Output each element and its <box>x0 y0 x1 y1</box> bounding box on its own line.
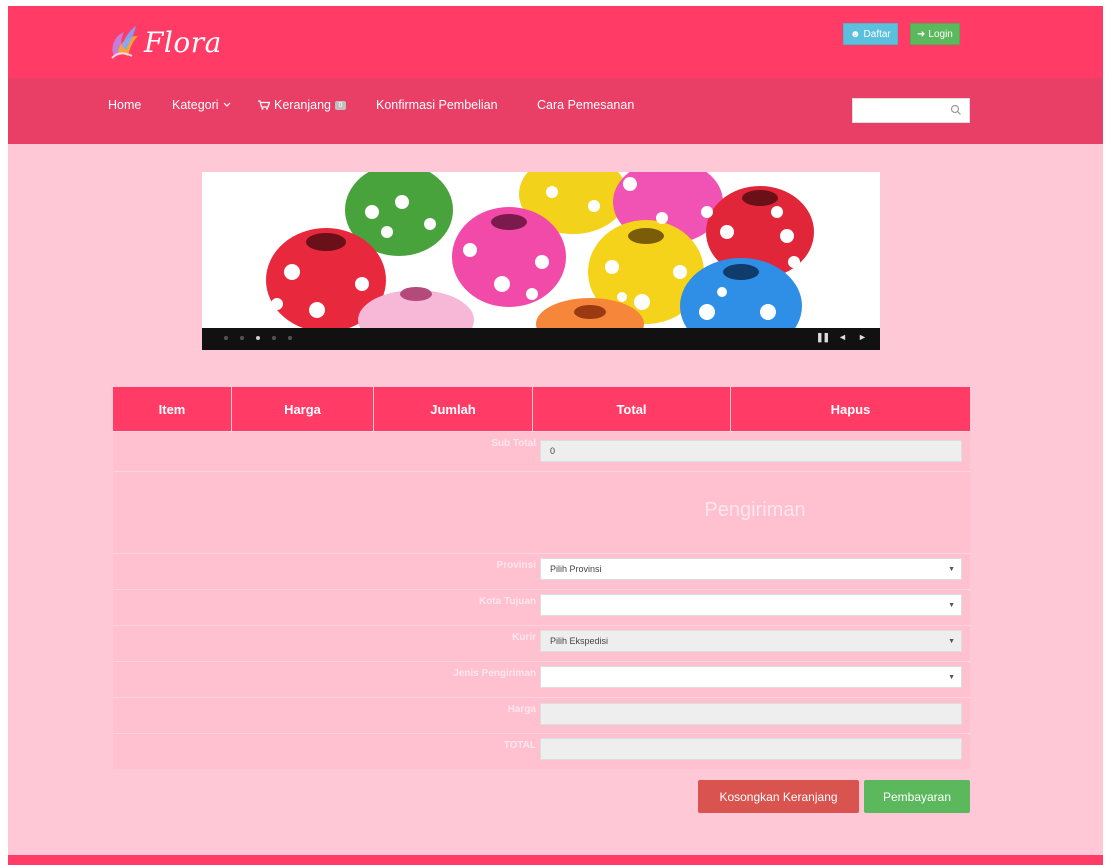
nav-keranjang[interactable]: Keranjang 0 <box>258 98 346 112</box>
kota-label: Kota Tujuan <box>478 596 536 607</box>
slider-controls: ❚❚ ◄ ► <box>202 328 880 350</box>
slider-dot[interactable] <box>240 336 244 340</box>
top-header: Flora ☻ Daftar ➜ Login <box>8 6 1103 78</box>
search-input[interactable] <box>853 99 948 122</box>
colorful-beads-image <box>202 172 880 350</box>
nav-home-label: Home <box>108 98 142 112</box>
cart-count-badge: 0 <box>335 100 346 110</box>
dropdown-caret-icon: ▼ <box>948 638 955 645</box>
provinsi-select[interactable]: Pilih Provinsi ▼ <box>540 558 962 580</box>
brand-name: Flora <box>144 25 222 59</box>
shipping-section-row: Pengiriman <box>113 471 970 553</box>
slider-dot-active[interactable] <box>256 336 260 340</box>
pause-icon[interactable]: ❚❚ <box>816 332 830 343</box>
provinsi-row: Provinsi Pilih Provinsi ▼ <box>113 553 970 589</box>
table-body: Sub Total 0 Pengiriman Provinsi Pilih Pr… <box>113 431 970 769</box>
kurir-select[interactable]: Pilih Ekspedisi ▼ <box>540 630 962 652</box>
harga-row: Harga <box>113 697 970 733</box>
subtotal-field: 0 <box>540 440 962 462</box>
column-hapus: Hapus <box>830 401 871 417</box>
cart-icon <box>258 100 270 110</box>
cart-table: Item Harga Jumlah Total Hapus Sub Total … <box>113 387 970 769</box>
chevron-down-icon <box>223 102 230 107</box>
page-frame: Flora ☻ Daftar ➜ Login Home Kategori Ker… <box>8 6 1103 865</box>
login-label: Login <box>928 28 953 40</box>
dropdown-caret-icon: ▼ <box>948 566 955 573</box>
prev-icon[interactable]: ◄ <box>838 332 847 342</box>
kurir-label: Kurir <box>512 632 536 643</box>
nav-cara-label: Cara Pemesanan <box>537 98 635 112</box>
total-field <box>540 738 962 760</box>
nav-cara-pemesanan[interactable]: Cara Pemesanan <box>537 98 634 112</box>
provinsi-label: Provinsi <box>496 560 536 571</box>
brand-logo[interactable]: Flora <box>108 20 222 64</box>
provinsi-value: Pilih Provinsi <box>550 564 602 574</box>
jenis-select[interactable]: ▼ <box>540 666 962 688</box>
dropdown-caret-icon: ▼ <box>948 674 955 681</box>
jenis-label: Jenis Pengiriman <box>453 668 536 679</box>
subtotal-value: 0 <box>550 446 556 456</box>
footer-strip <box>8 855 1103 865</box>
users-icon: ☻ <box>850 28 861 40</box>
total-label: TOTAL <box>503 740 536 751</box>
daftar-label: Daftar <box>863 28 891 40</box>
search-icon[interactable] <box>950 104 962 116</box>
total-row: TOTAL <box>113 733 970 769</box>
table-header: Item Harga Jumlah Total Hapus <box>113 387 970 431</box>
nav-kategori[interactable]: Kategori <box>172 98 231 112</box>
daftar-button[interactable]: ☻ Daftar <box>843 23 898 45</box>
column-item: Item <box>113 387 232 431</box>
image-slider[interactable]: ❚❚ ◄ ► <box>202 172 880 350</box>
subtotal-label: Sub Total <box>491 438 536 449</box>
kurir-row: Kurir Pilih Ekspedisi ▼ <box>113 625 970 661</box>
slider-dot[interactable] <box>288 336 292 340</box>
next-icon[interactable]: ► <box>858 332 867 342</box>
login-button[interactable]: ➜ Login <box>910 23 960 45</box>
shipping-section-title: Pengiriman <box>704 498 806 521</box>
flora-logo-icon <box>111 26 138 59</box>
kota-select[interactable]: ▼ <box>540 594 962 616</box>
slider-dot[interactable] <box>272 336 276 340</box>
jenis-row: Jenis Pengiriman ▼ <box>113 661 970 697</box>
column-total: Total <box>533 387 731 431</box>
harga-label: Harga <box>507 704 536 715</box>
sign-in-icon: ➜ <box>917 28 926 40</box>
search-box <box>852 98 970 123</box>
column-harga: Harga <box>232 387 374 431</box>
nav-keranjang-label: Keranjang <box>274 98 331 112</box>
kota-row: Kota Tujuan ▼ <box>113 589 970 625</box>
harga-field <box>540 703 962 725</box>
nav-kategori-label: Kategori <box>172 98 219 112</box>
dropdown-caret-icon: ▼ <box>948 602 955 609</box>
nav-konfirmasi-label: Konfirmasi Pembelian <box>376 98 498 112</box>
nav-konfirmasi[interactable]: Konfirmasi Pembelian <box>376 98 498 112</box>
kurir-value: Pilih Ekspedisi <box>550 636 609 646</box>
empty-cart-button[interactable]: Kosongkan Keranjang <box>698 780 859 813</box>
nav-home[interactable]: Home <box>108 98 141 112</box>
payment-button[interactable]: Pembayaran <box>864 780 970 813</box>
subtotal-row: Sub Total 0 <box>113 431 970 471</box>
column-jumlah: Jumlah <box>374 387 533 431</box>
slider-dot[interactable] <box>224 336 228 340</box>
